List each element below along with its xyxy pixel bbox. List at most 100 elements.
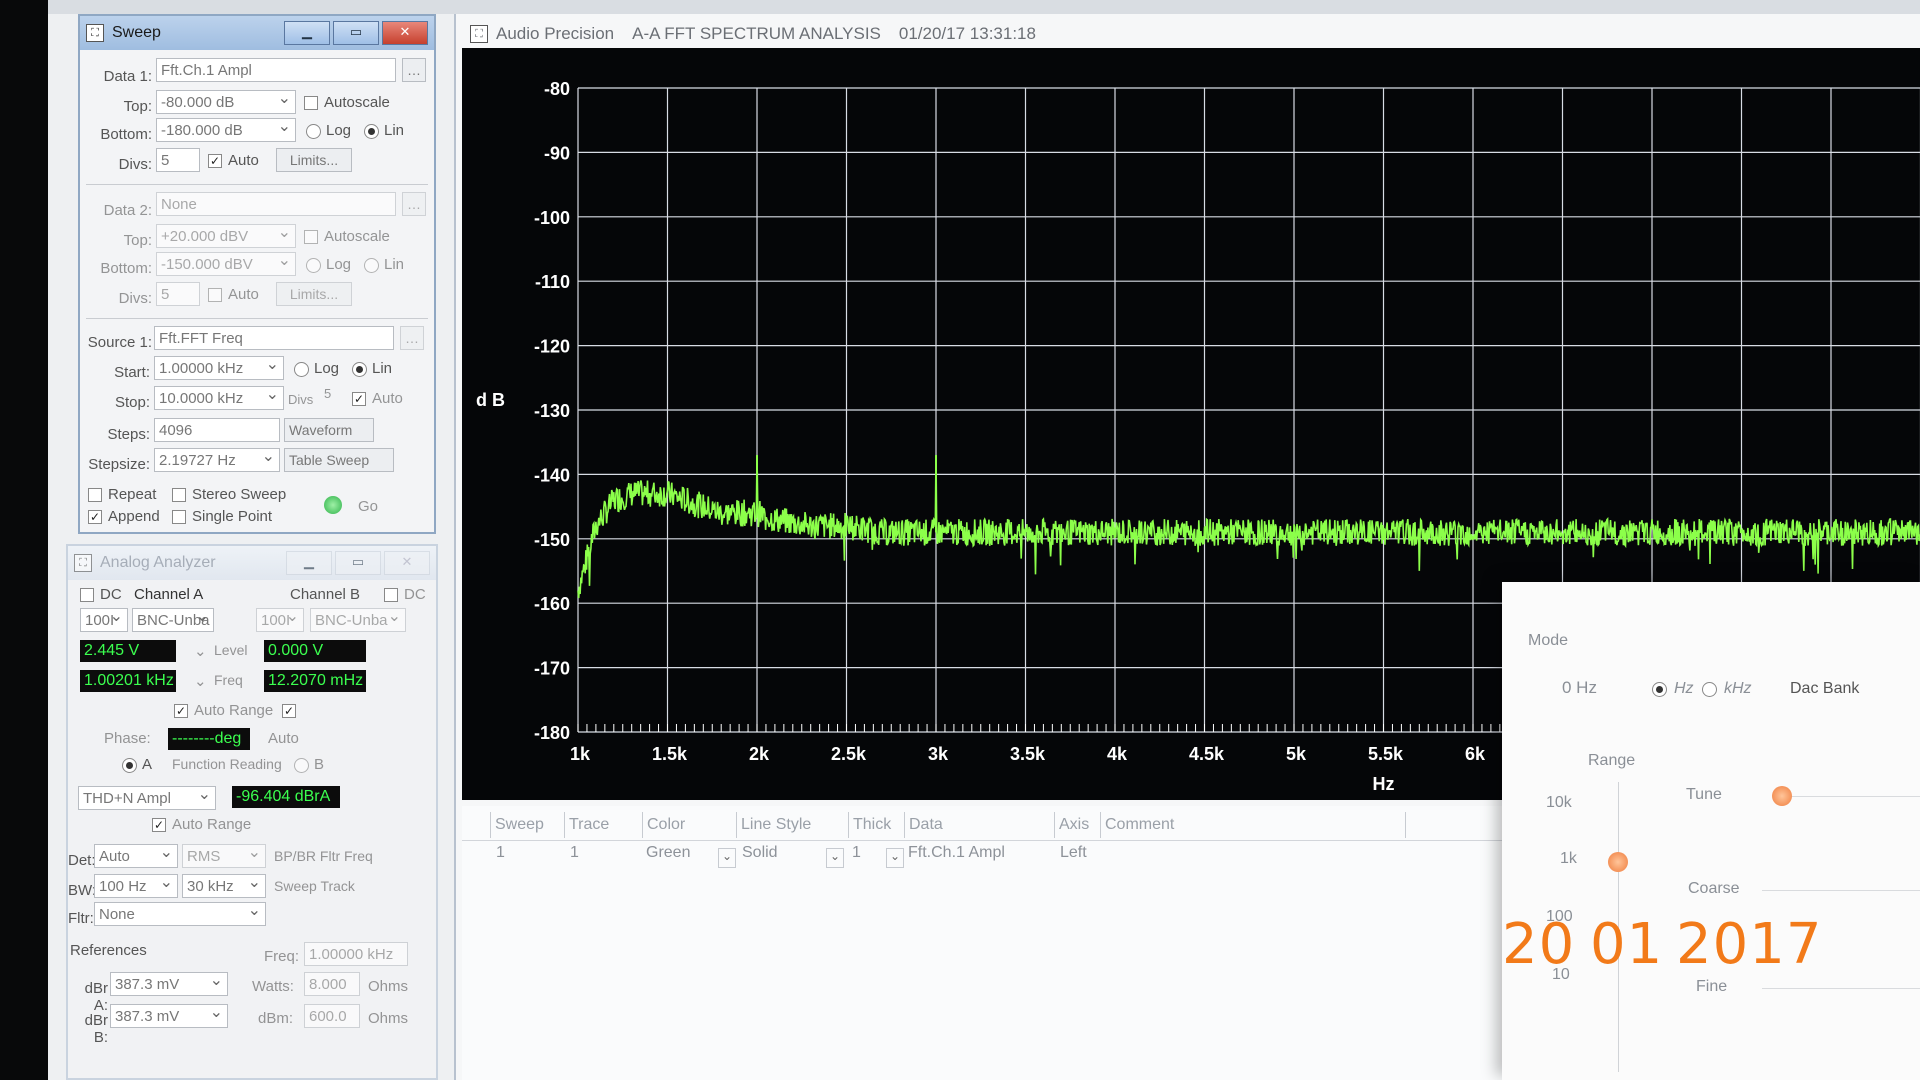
source-log-radio[interactable] (294, 362, 309, 377)
dc-a-checkbox[interactable] (80, 588, 94, 602)
auto-range-b-checkbox[interactable]: ✓ (282, 704, 296, 718)
row-trace[interactable]: 1 (570, 844, 579, 862)
watts-field[interactable]: 8.000 (304, 972, 360, 996)
range-b-select[interactable]: 100I (256, 608, 304, 632)
row-axis[interactable]: Left (1060, 844, 1087, 862)
hz-radio[interactable] (1652, 682, 1667, 697)
data1-limits-button[interactable]: Limits... (276, 148, 352, 172)
tune-slider-track[interactable] (1778, 796, 1920, 797)
waveform-button[interactable]: Waveform (284, 418, 374, 442)
stepsize-field[interactable]: 2.19727 Hz (154, 448, 280, 472)
steps-field[interactable]: 4096 (154, 418, 280, 442)
data1-lin-radio[interactable] (364, 124, 379, 139)
phase-mode[interactable]: Auto (268, 730, 299, 747)
function-select[interactable]: THD+N Ampl (78, 786, 216, 810)
data2-bottom-field[interactable]: -150.000 dBV (156, 252, 296, 276)
freq-ref-field[interactable]: 1.00000 kHz (304, 942, 408, 966)
col-axis[interactable]: Axis (1054, 812, 1089, 838)
source1-browse-button[interactable]: … (400, 326, 424, 350)
data2-log-radio[interactable] (306, 258, 321, 273)
dbrb-field[interactable]: 387.3 mV (110, 1004, 228, 1028)
range-a-select[interactable]: 100I (80, 608, 128, 632)
function-b-radio[interactable] (294, 758, 309, 773)
fltr-select[interactable]: None (94, 902, 266, 926)
data1-auto-checkbox[interactable]: ✓ (208, 154, 222, 168)
repeat-checkbox[interactable] (88, 488, 102, 502)
connector-a-select[interactable]: BNC-Unba (132, 608, 214, 632)
source-lin-radio[interactable] (352, 362, 367, 377)
row-style-dropdown-icon[interactable]: ⌄ (826, 848, 844, 868)
data1-bottom-field[interactable]: -180.000 dB (156, 118, 296, 142)
data2-auto-checkbox[interactable] (208, 288, 222, 302)
range-slider-knob[interactable] (1608, 852, 1628, 872)
tune-slider-knob[interactable] (1772, 786, 1792, 806)
maximize-icon[interactable]: ▭ (335, 551, 381, 575)
row-color[interactable]: Green (646, 844, 690, 862)
rms-select[interactable]: RMS (182, 844, 266, 868)
row-sweep[interactable]: 1 (496, 844, 505, 862)
dbra-field[interactable]: 387.3 mV (110, 972, 228, 996)
data2-autoscale-checkbox[interactable] (304, 230, 318, 244)
dac-bank-label[interactable]: Dac Bank (1790, 680, 1859, 698)
function-a-radio[interactable] (122, 758, 137, 773)
close-icon[interactable]: ✕ (382, 21, 428, 45)
col-thick[interactable]: Thick (848, 812, 891, 838)
x-tick-label: 6k (1465, 744, 1486, 764)
data2-top-field[interactable]: +20.000 dBV (156, 224, 296, 248)
data2-browse-button[interactable]: … (402, 192, 426, 216)
data2-field[interactable]: None (156, 192, 396, 216)
col-sweep[interactable]: Sweep (490, 812, 544, 838)
khz-radio[interactable] (1702, 682, 1717, 697)
data2-divs-field[interactable]: 5 (156, 282, 200, 306)
freq-a-unit-dropdown[interactable]: ⌄ (194, 672, 207, 690)
bw-low-select[interactable]: 100 Hz (94, 874, 178, 898)
stop-field[interactable]: 10.0000 kHz (154, 386, 284, 410)
fine-slider-track[interactable] (1762, 988, 1920, 989)
row-thick[interactable]: 1 (852, 844, 861, 862)
append-label: Append (108, 508, 160, 525)
separator (86, 184, 428, 185)
row-color-dropdown-icon[interactable]: ⌄ (718, 848, 736, 868)
col-color[interactable]: Color (642, 812, 685, 838)
start-field[interactable]: 1.00000 kHz (154, 356, 284, 380)
maximize-icon[interactable]: ▭ (333, 21, 379, 45)
minimize-icon[interactable]: ▁ (286, 551, 332, 575)
fltr-label: Fltr: (68, 910, 94, 927)
sweep-titlebar[interactable]: ⛶ Sweep ▁ ▭ ✕ (80, 16, 434, 50)
source-auto-checkbox[interactable]: ✓ (352, 392, 366, 406)
source1-field[interactable]: Fft.FFT Freq (154, 326, 394, 350)
freq-a-readout: 1.00201 kHz (80, 670, 176, 692)
auto-range-function-checkbox[interactable]: ✓ (152, 818, 166, 832)
analog-titlebar[interactable]: ⛶ Analog Analyzer ▁ ▭ ✕ (68, 546, 436, 580)
col-data[interactable]: Data (904, 812, 943, 838)
append-checkbox[interactable]: ✓ (88, 510, 102, 524)
col-line-style[interactable]: Line Style (736, 812, 811, 838)
minimize-icon[interactable]: ▁ (284, 21, 330, 45)
row-thick-dropdown-icon[interactable]: ⌄ (886, 848, 904, 868)
row-data[interactable]: Fft.Ch.1 Ampl (908, 844, 1005, 862)
level-a-unit-dropdown[interactable]: ⌄ (194, 642, 207, 660)
single-point-checkbox[interactable] (172, 510, 186, 524)
table-sweep-button[interactable]: Table Sweep (284, 448, 394, 472)
close-icon[interactable]: ✕ (384, 551, 430, 575)
row-style[interactable]: Solid (742, 844, 778, 862)
data1-field[interactable]: Fft.Ch.1 Ampl (156, 58, 396, 82)
data1-divs-field[interactable]: 5 (156, 148, 200, 172)
auto-range-a-checkbox[interactable]: ✓ (174, 704, 188, 718)
bw-high-select[interactable]: 30 kHz (182, 874, 266, 898)
data2-lin-radio[interactable] (364, 258, 379, 273)
dbm-field[interactable]: 600.0 (304, 1004, 360, 1028)
data1-log-radio[interactable] (306, 124, 321, 139)
dc-b-checkbox[interactable] (384, 588, 398, 602)
det-select[interactable]: Auto (94, 844, 178, 868)
data1-browse-button[interactable]: … (402, 58, 426, 82)
col-trace[interactable]: Trace (564, 812, 609, 838)
go-indicator-icon[interactable] (324, 496, 342, 514)
col-comment[interactable]: Comment (1100, 812, 1406, 838)
connector-b-select[interactable]: BNC-Unba (310, 608, 406, 632)
data1-top-field[interactable]: -80.000 dB (156, 90, 296, 114)
coarse-slider-track[interactable] (1762, 890, 1920, 891)
stereo-sweep-checkbox[interactable] (172, 488, 186, 502)
data1-autoscale-checkbox[interactable] (304, 96, 318, 110)
data2-limits-button[interactable]: Limits... (276, 282, 352, 306)
